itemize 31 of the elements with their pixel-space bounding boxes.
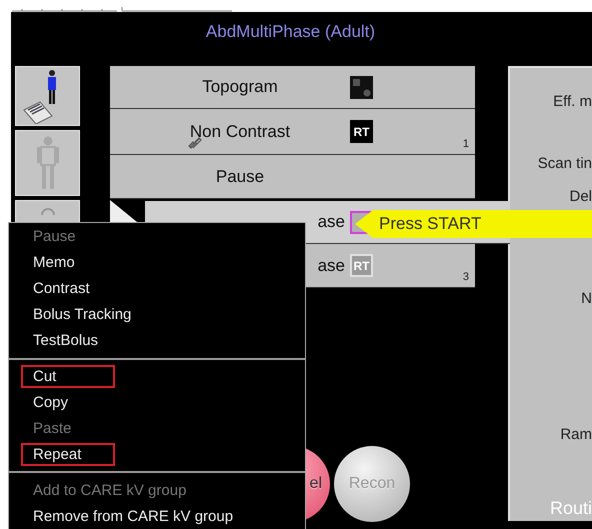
press-start-callout: Press START xyxy=(355,210,592,238)
panel-footer-label: Routi xyxy=(550,498,592,519)
menu-item[interactable]: Remove from CARE kV group xyxy=(21,504,240,528)
protocol-label: ase xyxy=(318,212,346,232)
protocol-row[interactable]: Topogram xyxy=(110,66,475,109)
patient-position-button[interactable] xyxy=(15,66,80,126)
rt-badge: RT xyxy=(350,120,373,143)
menu-item[interactable]: Copy xyxy=(21,390,74,414)
parameter-label: Eff. m xyxy=(553,93,592,110)
parameter-label: Ram xyxy=(560,426,592,443)
parameter-label: Del xyxy=(569,188,592,205)
menu-item[interactable]: TestBolus xyxy=(21,329,104,352)
protocol-title: AbdMultiPhase (Adult) xyxy=(204,21,376,43)
parameter-label: N xyxy=(581,290,592,307)
rt-badge: RT xyxy=(350,254,373,277)
protocol-row[interactable]: Non Contrast RT 1 xyxy=(110,109,475,155)
body-outline-icon xyxy=(36,135,60,191)
protocol-label: ase xyxy=(318,256,346,276)
range-number: 1 xyxy=(462,138,469,150)
protocol-label: Non Contrast xyxy=(190,122,290,142)
range-number: 3 xyxy=(462,271,469,283)
menu-item[interactable]: Memo xyxy=(21,251,81,274)
protocol-label: Topogram xyxy=(202,77,278,97)
protocol-row[interactable]: Pause xyxy=(110,155,475,199)
menu-item[interactable]: Bolus Tracking xyxy=(21,303,138,326)
protocol-label: Pause xyxy=(216,166,264,186)
scout-icon xyxy=(350,76,373,98)
menu-item[interactable]: Contrast xyxy=(21,277,96,300)
menu-item[interactable]: Repeat xyxy=(21,442,115,466)
parameter-label: Scan tin xyxy=(538,155,592,172)
menu-item[interactable]: Cut xyxy=(21,364,115,388)
